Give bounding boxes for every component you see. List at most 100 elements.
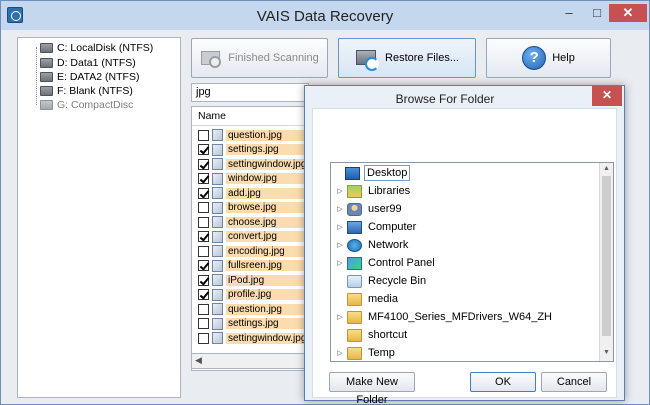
restore-files-button[interactable]: Restore Files... (338, 38, 476, 78)
file-row[interactable]: window.jpg (192, 172, 308, 187)
file-row[interactable]: settingwindow.jpg (192, 331, 308, 346)
file-checkbox[interactable] (198, 144, 209, 156)
scroll-thumb[interactable] (602, 176, 611, 336)
network-icon (347, 238, 362, 252)
folder-node[interactable]: ▷ Network (335, 236, 410, 254)
file-name: settings.jpg (226, 318, 306, 330)
file-checkbox[interactable] (198, 173, 209, 185)
folder-node[interactable]: Desktop (333, 164, 411, 182)
file-row[interactable]: settings.jpg (192, 143, 308, 158)
image-file-icon (212, 288, 223, 301)
scroll-down-icon[interactable]: ▼ (603, 349, 610, 356)
close-button[interactable]: ✕ (609, 4, 647, 22)
file-checkbox[interactable] (198, 260, 209, 272)
restore-files-label: Restore Files... (385, 52, 459, 64)
image-file-icon (212, 274, 223, 287)
file-checkbox[interactable] (198, 187, 209, 199)
file-name: choose.jpg (226, 216, 306, 228)
file-row[interactable]: question.jpg (192, 128, 308, 143)
file-checkbox[interactable] (198, 332, 209, 344)
folder-node[interactable]: shortcut (335, 326, 409, 344)
drive-label: F: Blank (NTFS) (57, 85, 133, 97)
help-button[interactable]: ? Help (486, 38, 611, 78)
cancel-button[interactable]: Cancel (541, 372, 607, 392)
main-window: VAIS Data Recovery – □ ✕ C: LocalDisk (N… (0, 0, 650, 405)
folder-node[interactable]: Recycle Bin (335, 272, 428, 290)
file-checkbox[interactable] (198, 202, 209, 214)
drive-item-f[interactable]: F: Blank (NTFS) (32, 84, 133, 98)
expand-arrow-icon[interactable]: ▷ (335, 313, 345, 321)
drive-icon (40, 86, 53, 96)
file-row[interactable]: iPod.jpg (192, 273, 308, 288)
finished-scanning-button[interactable]: Finished Scanning (191, 38, 328, 78)
folder-node[interactable]: ▷ Control Panel (335, 254, 437, 272)
file-rows: question.jpg settings.jpg settingwindow.jp… (192, 128, 308, 346)
folder-label: shortcut (368, 329, 408, 341)
folder-node[interactable]: ▷ Computer (335, 218, 418, 236)
file-checkbox[interactable] (198, 245, 209, 257)
expand-arrow-icon[interactable]: ▷ (335, 223, 345, 231)
dialog-body: Desktop ▷ Libraries ▷ user99 ▷ Computer ▷ Networ… (312, 108, 617, 398)
make-new-folder-button[interactable]: Make New Folder (329, 372, 415, 405)
file-checkbox[interactable] (198, 289, 209, 301)
file-row[interactable]: add.jpg (192, 186, 308, 201)
scroll-up-icon[interactable]: ▲ (603, 165, 610, 172)
drive-label: D: Data1 (NTFS) (57, 57, 136, 69)
ok-button[interactable]: OK (470, 372, 536, 392)
file-filter-input[interactable]: jpg (191, 83, 309, 102)
drive-item-c[interactable]: C: LocalDisk (NTFS) (32, 41, 153, 55)
scroll-left-icon[interactable]: ◀ (195, 355, 202, 366)
image-file-icon (212, 172, 223, 185)
drive-item-d[interactable]: D: Data1 (NTFS) (32, 56, 136, 70)
drive-item-e[interactable]: E: DATA2 (NTFS) (32, 70, 139, 84)
drive-item-g[interactable]: G: CompactDisc (32, 98, 133, 112)
file-checkbox[interactable] (198, 231, 209, 243)
file-name: add.jpg (226, 187, 306, 199)
title-bar[interactable]: VAIS Data Recovery – □ ✕ (1, 1, 649, 30)
folder-label: MF4100_Series_MFDrivers_W64_ZH (368, 311, 552, 323)
file-row[interactable]: profile.jpg (192, 288, 308, 303)
dialog-title: Browse For Folder (395, 92, 495, 106)
file-checkbox[interactable] (198, 129, 209, 141)
folder-node[interactable]: ▷ user99 (335, 200, 404, 218)
file-row[interactable]: convert.jpg (192, 230, 308, 245)
file-row[interactable]: settings.jpg (192, 317, 308, 332)
recycle-bin-icon (347, 274, 362, 288)
file-row[interactable]: encoding.jpg (192, 244, 308, 259)
file-checkbox[interactable] (198, 318, 209, 330)
file-checkbox[interactable] (198, 158, 209, 170)
folder-icon (347, 310, 362, 324)
file-row[interactable]: question.jpg (192, 302, 308, 317)
file-row[interactable]: choose.jpg (192, 215, 308, 230)
expand-arrow-icon[interactable]: ▷ (335, 187, 345, 195)
file-checkbox[interactable] (198, 274, 209, 286)
image-file-icon (212, 332, 223, 345)
cd-drive-icon (40, 100, 53, 110)
folder-node[interactable]: ▷ Temp (335, 344, 397, 362)
vertical-scrollbar[interactable]: ▲ ▼ (599, 163, 613, 361)
dialog-close-button[interactable]: ✕ (592, 86, 622, 106)
minimize-button[interactable]: – (556, 4, 582, 22)
expand-arrow-icon[interactable]: ▷ (335, 241, 345, 249)
file-row[interactable]: browse.jpg (192, 201, 308, 216)
drive-label: G: CompactDisc (57, 99, 134, 111)
expand-arrow-icon[interactable]: ▷ (335, 205, 345, 213)
horizontal-scrollbar[interactable]: ◀ (191, 353, 309, 369)
folder-node[interactable]: ▷ MF4100_Series_MFDrivers_W64_ZH (335, 308, 554, 326)
folder-label: Control Panel (368, 257, 435, 269)
expand-arrow-icon[interactable]: ▷ (335, 259, 345, 267)
expand-arrow-icon[interactable]: ▷ (335, 349, 345, 357)
folder-node[interactable]: media (335, 290, 400, 308)
folder-node[interactable]: ▷ Libraries (335, 182, 412, 200)
maximize-button[interactable]: □ (584, 4, 610, 22)
file-checkbox[interactable] (198, 216, 209, 228)
name-column-header[interactable]: Name (192, 107, 308, 126)
control-panel-icon (347, 256, 362, 270)
file-name: settings.jpg (226, 144, 306, 156)
file-row[interactable]: fullsreen.jpg (192, 259, 308, 274)
file-checkbox[interactable] (198, 303, 209, 315)
window-title: VAIS Data Recovery (256, 8, 394, 25)
file-name: fullsreen.jpg (226, 260, 306, 272)
file-row[interactable]: settingwindow.jpg (192, 157, 308, 172)
scan-icon (200, 47, 222, 69)
